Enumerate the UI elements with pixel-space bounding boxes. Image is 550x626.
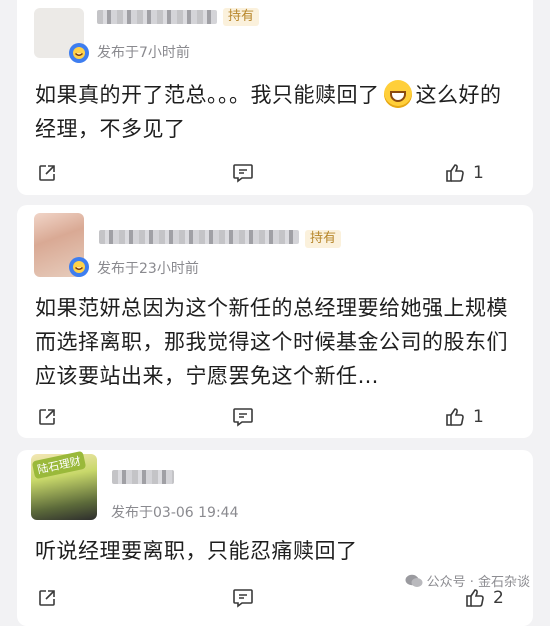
username[interactable] (97, 10, 217, 24)
share-icon (39, 409, 55, 425)
like-icon (446, 408, 464, 426)
action-bar: 1 (17, 402, 533, 432)
like-button[interactable]: 1 (445, 402, 484, 432)
watermark: 公众号 · 金石杂谈 (405, 571, 530, 590)
like-button[interactable]: 1 (445, 158, 484, 188)
comment-button[interactable] (232, 158, 254, 188)
post-time: 发布于7小时前 (97, 45, 190, 61)
post-time: 发布于23小时前 (97, 261, 199, 277)
holder-tag: 持有 (223, 8, 260, 26)
comment-icon (233, 589, 253, 608)
wechat-icon (405, 574, 423, 587)
like-count: 1 (473, 407, 484, 427)
comment-text-part: 如果真的开了范总。。。我只能赎回了 (35, 83, 380, 107)
comment-text: 听说经理要离职，只能忍痛赎回了 (35, 539, 358, 563)
comment-icon (233, 408, 253, 427)
comment-card: 陆石理财 发布于03-06 19:44 听说经理要离职，只能忍痛赎回了 2 (17, 450, 533, 626)
comment-icon (233, 164, 253, 183)
like-count: 1 (473, 163, 484, 183)
comment-button[interactable] (232, 402, 254, 432)
emoji-badge-icon (69, 257, 89, 277)
share-button[interactable] (37, 583, 57, 613)
like-icon (466, 589, 484, 607)
comment-card: 持有 发布于7小时前 如果真的开了范总。。。我只能赎回了 这么好的经理，不多见了 … (17, 0, 533, 195)
share-button[interactable] (37, 158, 57, 188)
watermark-text: 公众号 · 金石杂谈 (426, 575, 530, 590)
comment-text: 如果范妍总因为这个新任的总经理要给她强上规模而选择离职，那我觉得这个时候基金公司… (35, 296, 508, 388)
like-count: 2 (493, 588, 504, 608)
grin-emoji-icon (383, 80, 412, 108)
comment-card: 持有 发布于23小时前 如果范妍总因为这个新任的总经理要给她强上规模而选择离职，… (17, 205, 533, 438)
action-bar: 1 (17, 158, 533, 188)
post-time: 发布于03-06 19:44 (111, 505, 239, 521)
holder-tag: 持有 (305, 230, 342, 248)
share-button[interactable] (37, 402, 57, 432)
emoji-badge-icon (69, 43, 89, 63)
like-icon (446, 164, 464, 182)
comment-button[interactable] (232, 583, 254, 613)
username[interactable] (112, 470, 174, 484)
username[interactable] (99, 230, 299, 244)
comment-text: 如果真的开了范总。。。我只能赎回了 这么好的经理，不多见了 (35, 78, 515, 146)
share-icon (39, 165, 55, 181)
share-icon (39, 590, 55, 606)
